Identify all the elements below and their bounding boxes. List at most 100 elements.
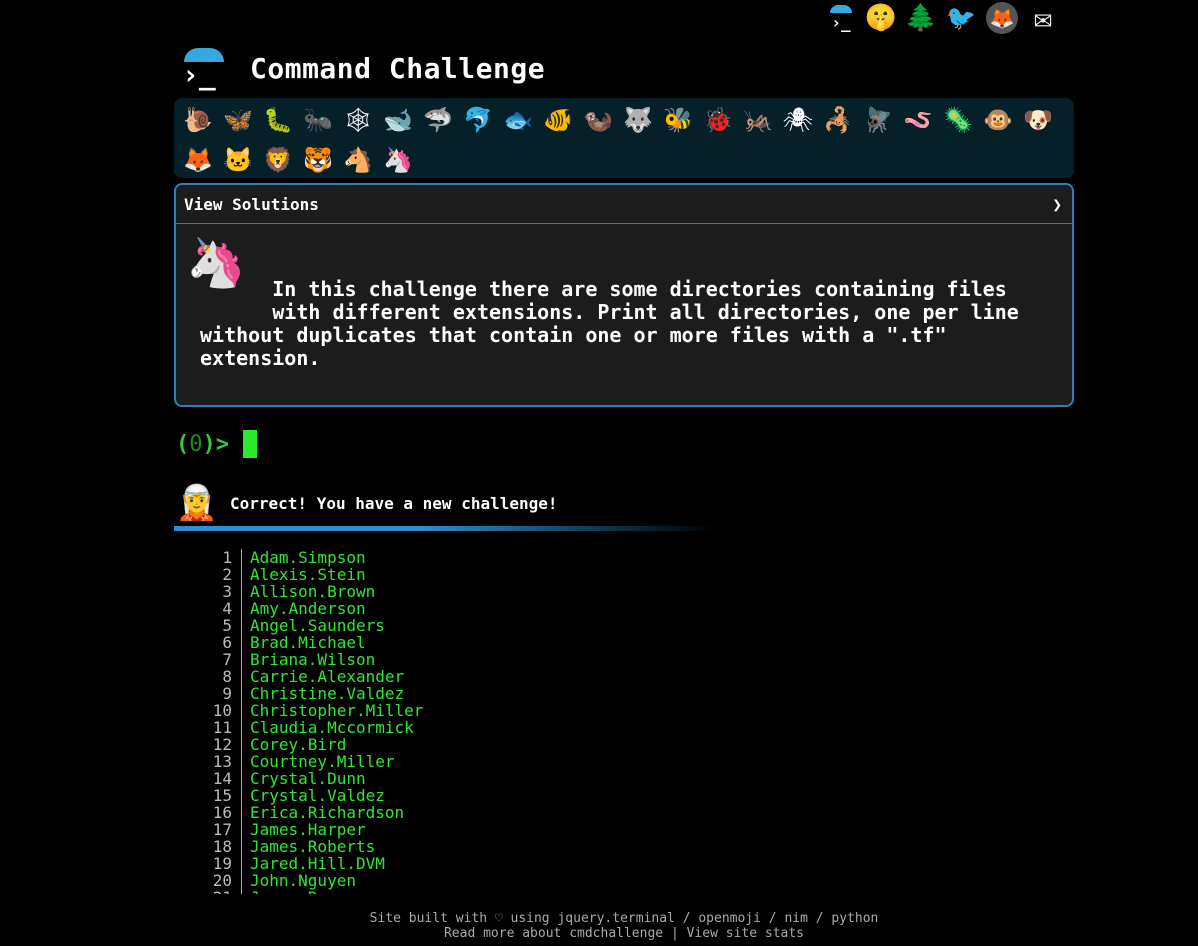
challenge-microbe-icon[interactable]: 🦠 <box>938 100 978 140</box>
output-value: John.Nguyen <box>250 871 356 890</box>
line-number: 19 <box>200 855 242 872</box>
elf-icon: 🧝 <box>175 483 219 523</box>
output-line: 21Jonas.Ross <box>200 889 423 894</box>
line-number: 3 <box>200 583 242 600</box>
challenge-dog-icon[interactable]: 🐶 <box>1018 100 1058 140</box>
mail-icon[interactable]: ✉ <box>1028 1 1058 36</box>
result-text: Correct! You have a new challenge! <box>230 493 558 513</box>
output-line: 15 Crystal.Valdez <box>200 787 423 804</box>
challenge-horse-icon[interactable]: 🐴 <box>338 140 378 180</box>
line-number: 8 <box>200 668 242 685</box>
footer-links: Read more about cmdchallenge | View site… <box>0 926 1198 941</box>
output-value: Crystal.Dunn <box>250 769 366 788</box>
result-message: 🧝 Correct! You have a new challenge! <box>174 478 558 528</box>
challenge-tropical-fish-icon[interactable]: 🐠 <box>538 100 578 140</box>
line-number: 6 <box>200 634 242 651</box>
challenge-otter-icon[interactable]: 🦦 <box>578 100 618 140</box>
line-number: 15 <box>200 787 242 804</box>
challenge-fox-icon[interactable]: 🦊 <box>178 140 218 180</box>
output-line: 7 Briana.Wilson <box>200 651 423 668</box>
output-line: 6 Brad.Michael <box>200 634 423 651</box>
output-line: 10 Christopher.Miller <box>200 702 423 719</box>
line-number: 13 <box>200 753 242 770</box>
challenge-bee-icon[interactable]: 🐝 <box>658 100 698 140</box>
output-line: 11 Claudia.Mccormick <box>200 719 423 736</box>
output-value: Jared.Hill.DVM <box>250 854 385 873</box>
output-value: Christine.Valdez <box>250 684 405 703</box>
challenge-butterfly-icon[interactable]: 🦋 <box>218 100 258 140</box>
challenge-tiger-icon[interactable]: 🐯 <box>298 140 338 180</box>
cmdchallenge-icon[interactable]: ›_ <box>826 3 856 33</box>
line-number: 5 <box>200 617 242 634</box>
challenge-cricket-icon[interactable]: 🦗 <box>738 100 778 140</box>
line-number: 14 <box>200 770 242 787</box>
output-value: Jonas.Ross <box>242 889 346 894</box>
line-number: 1 <box>200 549 242 566</box>
challenge-scorpion-icon[interactable]: 🦂 <box>818 100 858 140</box>
footer-separator: | <box>663 926 687 941</box>
output-line: 8 Carrie.Alexander <box>200 668 423 685</box>
footer-credits: Site built with ♡ using jquery.terminal … <box>369 911 879 926</box>
output-value: Angel.Saunders <box>250 616 385 635</box>
challenge-lion-icon[interactable]: 🦁 <box>258 140 298 180</box>
output-value: Alexis.Stein <box>250 565 366 584</box>
challenge-worm-icon[interactable]: 🪱 <box>898 100 938 140</box>
page-title: Command Challenge <box>250 51 546 85</box>
shushing-face-icon[interactable]: 🤫 <box>865 3 897 33</box>
challenge-fish-icon[interactable]: 🐟 <box>498 100 538 140</box>
challenge-spider-icon[interactable]: 🕷 <box>778 100 818 140</box>
terminal-cursor[interactable] <box>243 430 257 458</box>
challenge-monkey-icon[interactable]: 🐵 <box>978 100 1018 140</box>
line-number: 12 <box>200 736 242 753</box>
challenge-caterpillar-icon[interactable]: 🐛 <box>258 100 298 140</box>
terminal-prompt[interactable]: (0)> <box>176 430 257 458</box>
challenge-unicorn-icon[interactable]: 🦄 <box>378 140 418 180</box>
output-value: Amy.Anderson <box>250 599 366 618</box>
output-line: 2 Alexis.Stein <box>200 566 423 583</box>
challenge-fly-icon[interactable]: 🪰 <box>858 100 898 140</box>
line-number: 2 <box>200 566 242 583</box>
line-number: 21 <box>200 889 242 894</box>
output-line: 9 Christine.Valdez <box>200 685 423 702</box>
challenge-shark-icon[interactable]: 🦈 <box>418 100 458 140</box>
challenge-cat-icon[interactable]: 🐱 <box>218 140 258 180</box>
line-number: 18 <box>200 838 242 855</box>
challenge-whale-icon[interactable]: 🐋 <box>378 100 418 140</box>
line-number: 10 <box>200 702 242 719</box>
read-more-link[interactable]: Read more about cmdchallenge <box>444 926 663 941</box>
output-value: Corey.Bird <box>250 735 347 754</box>
challenge-snail-icon[interactable]: 🐌 <box>178 100 218 140</box>
challenge-body: 🦄 In this challenge there are some direc… <box>176 224 1072 380</box>
challenge-ladybug-icon[interactable]: 🐞 <box>698 100 738 140</box>
output-line: 5 Angel.Saunders <box>200 617 423 634</box>
line-number: 9 <box>200 685 242 702</box>
site-footer: Site built with ♡ using jquery.terminal … <box>0 911 1198 941</box>
command-output: 1 Adam.Simpson 2 Alexis.Stein 3 Allison.Brown… <box>200 549 423 894</box>
output-line: 20 John.Nguyen <box>200 872 423 889</box>
output-line: 17 James.Harper <box>200 821 423 838</box>
output-line: 19 Jared.Hill.DVM <box>200 855 423 872</box>
view-solutions-toggle[interactable]: View Solutions ❯ <box>176 185 1072 224</box>
output-value: Courtney.Miller <box>250 752 395 771</box>
view-solutions-label: View Solutions <box>184 194 319 214</box>
site-stats-link[interactable]: View site stats <box>687 926 804 941</box>
output-value: Carrie.Alexander <box>250 667 405 686</box>
chevron-right-icon: ❯ <box>1052 194 1062 214</box>
line-number: 20 <box>200 872 242 889</box>
twitter-icon[interactable]: 🐦 <box>946 3 976 33</box>
output-line: 4 Amy.Anderson <box>200 600 423 617</box>
line-number: 7 <box>200 651 242 668</box>
output-value: Claudia.Mccormick <box>250 718 414 737</box>
output-value: Briana.Wilson <box>250 650 376 669</box>
tree-icon[interactable]: 🌲 <box>905 3 937 33</box>
challenge-dolphin-icon[interactable]: 🐬 <box>458 100 498 140</box>
challenge-ant-icon[interactable]: 🐜 <box>298 100 338 140</box>
challenge-wolf-icon[interactable]: 🐺 <box>618 100 658 140</box>
output-value: Christopher.Miller <box>250 701 424 720</box>
gitlab-icon[interactable]: 🦊 <box>986 2 1018 34</box>
prompt-count: 0 <box>189 431 203 457</box>
challenge-spiderweb-icon[interactable]: 🕸 <box>338 100 378 140</box>
output-line: 13 Courtney.Miller <box>200 753 423 770</box>
output-value: Adam.Simpson <box>250 549 366 567</box>
line-number: 17 <box>200 821 242 838</box>
